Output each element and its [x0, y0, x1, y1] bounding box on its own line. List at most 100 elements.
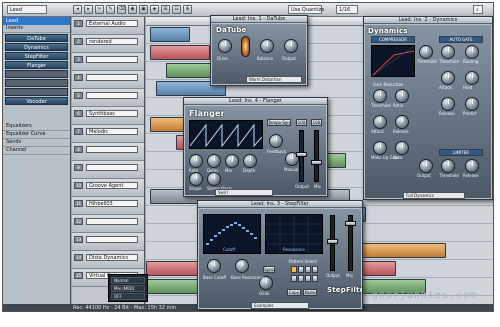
inspector-section-3[interactable]: Channel [3, 147, 70, 155]
dynamics-knob[interactable] [395, 115, 409, 129]
dynamics-preset-selector[interactable]: Full Dynamics [403, 192, 465, 199]
insert-slot-7[interactable] [5, 88, 68, 96]
output-knob[interactable] [284, 39, 298, 53]
insert-slot-1[interactable]: DaTube [5, 34, 68, 42]
dynamics-knob[interactable] [465, 97, 479, 111]
grid-field[interactable]: 1/16 [336, 5, 358, 14]
toolbar-tool-6[interactable]: ▣ [139, 5, 148, 14]
flanger-preset-selector[interactable]: Swirl [215, 189, 273, 196]
track-row[interactable]: 1 External Audio [72, 17, 144, 35]
quantize-field[interactable]: Use Quantize [288, 5, 324, 14]
track-name[interactable] [86, 164, 138, 171]
base-cutoff-knob[interactable] [207, 259, 221, 273]
track-name[interactable] [86, 74, 138, 81]
track-row[interactable]: 8 [72, 143, 144, 161]
track-name[interactable] [86, 146, 138, 153]
pattern-slot-button[interactable] [291, 266, 297, 273]
inserts-section-label[interactable]: Inserts [3, 25, 70, 33]
toolbar-tool-5[interactable]: ◉ [128, 5, 137, 14]
inspector-section-0[interactable]: Equalizers [3, 123, 70, 131]
dynamics-knob[interactable] [419, 45, 433, 59]
audio-event[interactable] [150, 27, 190, 42]
track-name[interactable] [86, 236, 138, 243]
dynamics-knob[interactable] [395, 141, 409, 155]
dynamics-knob[interactable] [395, 89, 409, 103]
track-row[interactable]: 11 Hihbell03 [72, 197, 144, 215]
mixer-mode-off[interactable]: OFF [111, 293, 145, 300]
flanger-knob-stereo-basis[interactable] [207, 172, 221, 186]
dynamics-knob[interactable] [373, 115, 387, 129]
paste-button[interactable]: Paste [303, 289, 317, 296]
feedback-knob[interactable] [269, 134, 283, 148]
track-name[interactable]: Synthbass [86, 110, 138, 117]
dynamics-knob[interactable] [465, 159, 479, 173]
limiter-header[interactable]: LIMITER [439, 149, 483, 156]
track-name[interactable]: External Audio [86, 20, 138, 27]
drive-knob[interactable] [218, 39, 232, 53]
track-row[interactable]: 3 [72, 53, 144, 71]
base-resonance-knob[interactable] [235, 259, 249, 273]
balance-knob[interactable] [260, 39, 274, 53]
track-name[interactable] [86, 56, 138, 63]
inspector-track-title[interactable]: Lead [3, 17, 70, 25]
output-fader[interactable] [296, 152, 307, 157]
mixer-mode-normal[interactable]: Normal [111, 277, 145, 284]
dynamics-knob[interactable] [441, 45, 455, 59]
dynamics-knob[interactable] [441, 159, 455, 173]
toolbar-tool-0[interactable]: ◂ [73, 5, 82, 14]
track-row[interactable]: 10 Groove Agent [72, 179, 144, 197]
compressor-header[interactable]: COMPRESSOR [371, 36, 415, 43]
track-row[interactable]: 5 [72, 89, 144, 107]
sync-button[interactable]: Sync [263, 266, 275, 273]
track-row[interactable]: 7 Melodic [72, 125, 144, 143]
dynamics-knob[interactable] [419, 159, 433, 173]
autogate-header[interactable]: AUTO GATE [439, 36, 483, 43]
track-row[interactable]: 12 [72, 215, 144, 233]
flanger-title-bar[interactable]: Lead: Ins. 4 - Flanger [184, 98, 327, 105]
mix-fader[interactable] [311, 160, 322, 165]
track-name[interactable]: Melodic [86, 128, 138, 135]
tempo-sync-button[interactable]: Tempo Sync [267, 119, 291, 126]
pattern-slot-button[interactable] [305, 275, 311, 282]
insert-slot-3[interactable]: StepFilter [5, 52, 68, 60]
flanger-knob-rate[interactable] [189, 154, 203, 168]
datube-preset-selector[interactable]: Warm Distortion [246, 76, 302, 83]
audio-event[interactable] [150, 45, 210, 60]
toolbar-tool-7[interactable]: ◈ [150, 5, 159, 14]
dynamics-knob[interactable] [465, 45, 479, 59]
stepfilter-title-bar[interactable]: Lead: Ins. 3 - StepFilter [198, 201, 362, 208]
dynamics-knob[interactable] [373, 89, 387, 103]
insert-slot-5[interactable] [5, 70, 68, 78]
dynamics-title-bar[interactable]: Lead: Ins. 2 - Dynamics [364, 17, 492, 24]
toolbar-tool-8[interactable]: ⊞ [161, 5, 170, 14]
toolbar-tool-10[interactable]: ⊕ [183, 5, 192, 14]
insert-slot-4[interactable]: Flanger [5, 61, 68, 69]
dynamics-knob[interactable] [465, 71, 479, 85]
track-name[interactable]: rendered [86, 38, 138, 45]
flanger-knob-delay[interactable] [207, 154, 221, 168]
dynamics-knob[interactable] [441, 71, 455, 85]
datube-title-bar[interactable]: Lead: Ins. 1 - DaTube [211, 16, 307, 23]
flanger-knob-shape[interactable] [189, 172, 203, 186]
search-button[interactable]: ⌕ [473, 5, 483, 14]
toolbar-tool-3[interactable]: ✎ [106, 5, 115, 14]
track-row[interactable]: 2 rendered [72, 35, 144, 53]
insert-slot-2[interactable]: Dynamics [5, 43, 68, 51]
track-row[interactable]: 6 Synthbass [72, 107, 144, 125]
dynamics-knob[interactable] [441, 97, 455, 111]
stepfilter-mix-fader[interactable] [345, 221, 356, 226]
track-name[interactable]: Groove Agent [86, 182, 138, 189]
track-name[interactable] [86, 92, 138, 99]
toolbar-tool-4[interactable]: ⌫ [117, 5, 126, 14]
stepfilter-output-fader[interactable] [327, 239, 338, 244]
stepfilter-preset-selector[interactable]: Examples [251, 302, 309, 309]
copy-button[interactable]: Copy [287, 289, 301, 296]
track-row[interactable]: 14 Dista Dynamics [72, 251, 144, 269]
flanger-knob-mix[interactable] [225, 154, 239, 168]
pattern-slot-button[interactable] [305, 266, 311, 273]
pattern-slot-button[interactable] [312, 266, 318, 273]
flanger-knob-depth[interactable] [243, 154, 257, 168]
mixer-mode-midi[interactable]: Mix (MIDI) [111, 285, 145, 292]
track-name[interactable]: Dista Dynamics [86, 254, 138, 261]
toolbar-tool-1[interactable]: ▸ [84, 5, 93, 14]
